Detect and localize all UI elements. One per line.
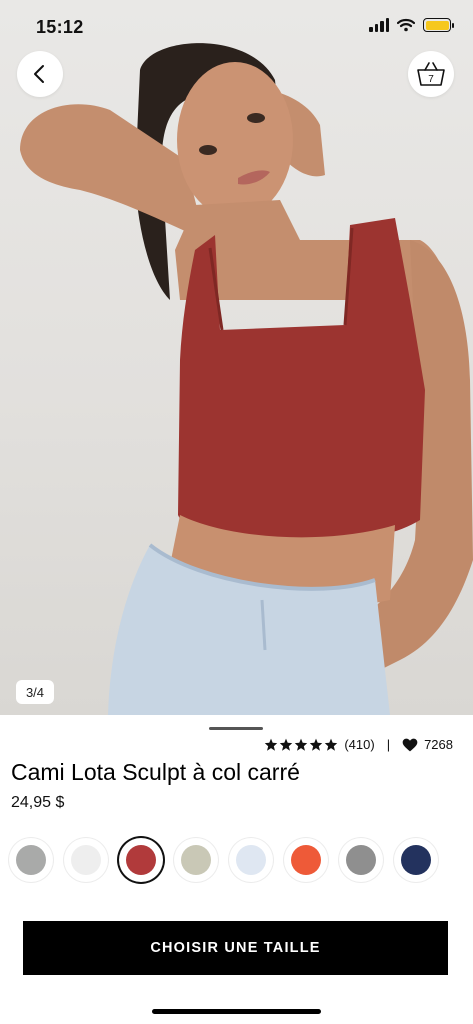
star-icon xyxy=(280,738,293,751)
favorites-count: 7268 xyxy=(424,737,453,752)
color-swatch-2[interactable] xyxy=(64,838,108,882)
color-swatch-6[interactable] xyxy=(284,838,328,882)
wifi-icon xyxy=(397,18,415,32)
color-swatch-4[interactable] xyxy=(174,838,218,882)
cart-count: 7 xyxy=(428,74,434,85)
swatch-color-dot xyxy=(126,845,156,875)
status-time: 15:12 xyxy=(36,17,84,37)
review-count[interactable]: (410) xyxy=(344,737,374,752)
back-button[interactable] xyxy=(17,51,63,97)
status-bar: 15:12 xyxy=(0,0,473,56)
product-price: 24,95 $ xyxy=(11,794,65,811)
image-pager: 3/4 xyxy=(16,680,54,704)
star-icon xyxy=(325,738,338,751)
status-icons xyxy=(369,18,454,32)
star-icon xyxy=(295,738,308,751)
model-photo xyxy=(20,43,473,715)
rating-row: (410) | 7268 xyxy=(264,737,453,752)
color-swatches xyxy=(9,838,438,882)
rating-stars[interactable] xyxy=(264,738,338,751)
color-swatch-8[interactable] xyxy=(394,838,438,882)
meta-separator: | xyxy=(386,737,391,752)
swatch-color-dot xyxy=(236,845,266,875)
product-title: Cami Lota Sculpt à col carré xyxy=(11,759,300,785)
swatch-color-dot xyxy=(71,845,101,875)
signal-icon xyxy=(369,18,389,32)
home-indicator[interactable] xyxy=(152,1009,321,1014)
battery-icon xyxy=(423,18,454,32)
chevron-left-icon xyxy=(34,65,44,83)
color-swatch-3[interactable] xyxy=(119,838,163,882)
shopping-basket-icon: 7 xyxy=(417,62,445,86)
swatch-color-dot xyxy=(291,845,321,875)
color-swatch-5[interactable] xyxy=(229,838,273,882)
choose-size-button[interactable]: CHOISIR UNE TAILLE xyxy=(23,921,448,975)
sheet-handle[interactable] xyxy=(209,727,263,730)
swatch-color-dot xyxy=(181,845,211,875)
swatch-color-dot xyxy=(16,845,46,875)
product-image[interactable]: 15:12 7 3/4 xyxy=(0,0,473,715)
heart-icon[interactable] xyxy=(402,738,418,752)
swatch-color-dot xyxy=(346,845,376,875)
cart-button[interactable]: 7 xyxy=(408,51,454,97)
swatch-color-dot xyxy=(401,845,431,875)
star-icon xyxy=(265,738,278,751)
color-swatch-1[interactable] xyxy=(9,838,53,882)
color-swatch-7[interactable] xyxy=(339,838,383,882)
star-icon xyxy=(310,738,323,751)
